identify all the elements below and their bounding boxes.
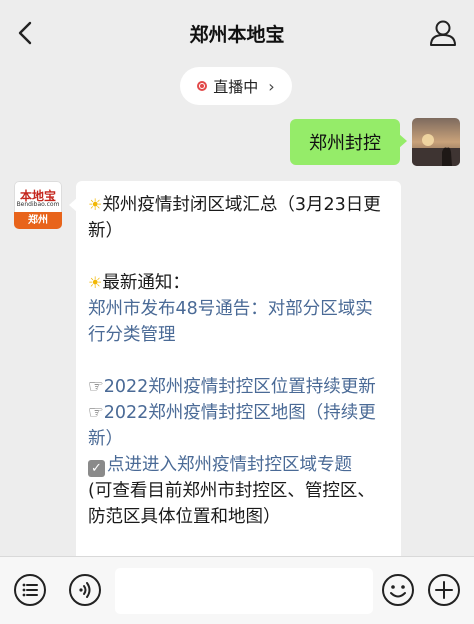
plus-icon[interactable] [427, 573, 461, 607]
message-input[interactable] [115, 568, 373, 614]
topic-link[interactable]: 点进进入郑州疫情封控区域专题 [107, 455, 352, 475]
map-link[interactable]: 2022郑州疫情封控区地图（持续更新） [88, 403, 376, 449]
emoji-icon[interactable] [381, 573, 415, 607]
map-link-row[interactable]: ☞2022郑州疫情封控区地图（持续更新） [88, 400, 389, 452]
notice-heading: ☀最新通知： [88, 270, 389, 296]
chevron-right-icon: › [268, 76, 275, 96]
avatar-city-text: 郑州 [14, 212, 62, 229]
back-arrow-icon[interactable] [14, 20, 36, 46]
chat-title: 郑州本地宝 [189, 23, 285, 46]
my-message-text: 郑州封控 [309, 133, 381, 154]
my-avatar[interactable] [412, 118, 460, 166]
live-status-button[interactable]: 直播中 › [180, 67, 292, 105]
notice-text: 最新通知： [102, 273, 190, 293]
bot-message-bubble: ☀郑州疫情封闭区域汇总（3月23日更新） ☀最新通知： 郑州市发布48号通告：对… [76, 181, 401, 571]
voice-icon[interactable] [68, 573, 102, 607]
location-link[interactable]: 2022郑州疫情封控区位置持续更新 [104, 377, 376, 397]
live-label: 直播中 [213, 77, 259, 96]
sunset-avatar-image [412, 118, 460, 166]
notice-link[interactable]: 郑州市发布48号通告：对部分区域实行分类管理 [88, 296, 389, 348]
avatar-site-text: Bendibao.com [16, 201, 60, 208]
location-link-row[interactable]: ☞2022郑州疫情封控区位置持续更新 [88, 374, 389, 400]
list-icon[interactable] [13, 573, 47, 607]
pointing-hand-icon: ☞ [88, 377, 104, 397]
pointing-hand-icon: ☞ [88, 403, 104, 423]
live-dot-icon [197, 81, 208, 91]
topic-link-row[interactable]: ✓ 点进进入郑州疫情封控区域专题 [88, 452, 389, 478]
bot-avatar[interactable]: 本地宝 Bendibao.com 郑州 [14, 181, 62, 229]
my-message-bubble[interactable]: 郑州封控 [290, 119, 407, 165]
message-heading: ☀郑州疫情封闭区域汇总（3月23日更新） [88, 192, 389, 244]
profile-icon[interactable] [428, 18, 458, 48]
chat-header: 郑州本地宝 [0, 0, 474, 66]
topic-note: (可查看目前郑州市封控区、管控区、防范区具体位置和地图） [88, 481, 375, 527]
sun-icon: ☀ [88, 195, 103, 214]
sun-icon: ☀ [88, 273, 103, 292]
checkbox-icon: ✓ [88, 460, 105, 477]
heading-text: 郑州疫情封闭区域汇总（3月23日更新） [88, 195, 381, 241]
